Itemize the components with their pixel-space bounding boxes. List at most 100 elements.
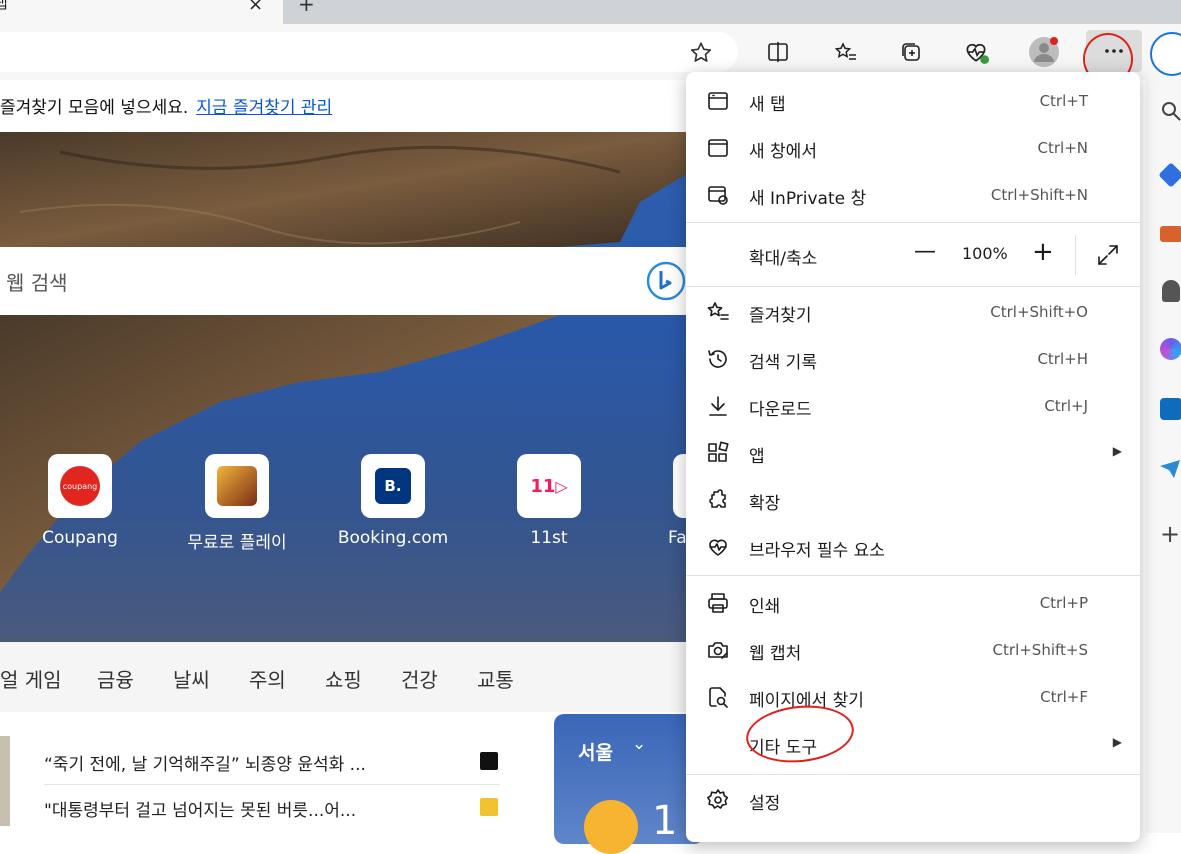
sidebar-games-icon[interactable] [1162, 280, 1180, 302]
menu-item-label: 확장 [749, 494, 781, 514]
menu-item-zoom: 확대/축소 — 100% + [686, 229, 1140, 281]
search-placeholder: 웹 검색 [6, 271, 68, 295]
menu-item-label: 새 탭 [749, 95, 786, 115]
quick-link-label: 11st [530, 528, 568, 548]
chevron-down-icon[interactable]: ⌄ [632, 734, 646, 754]
menu-item-new-window[interactable]: 새 창에서 Ctrl+N [686, 125, 1140, 172]
menu-item-new-tab[interactable]: 새 탭 Ctrl+T [686, 78, 1140, 125]
menu-item-label: 검색 기록 [749, 353, 817, 373]
nav-item-weather[interactable]: 날씨 [173, 664, 210, 693]
menu-item-label: 설정 [749, 794, 781, 814]
background-rock-image [0, 132, 690, 592]
11st-glyph: 11 [530, 475, 556, 497]
news-source-logo-icon [480, 798, 498, 816]
news-list-card: “죽기 전에, 날 기억해주길” 뇌종양 윤석화 ... "대통령부터 걸고 넘… [0, 714, 535, 844]
weather-city: 서울 [578, 742, 613, 764]
quick-link-free-play[interactable]: 무료로 플레이 [177, 454, 297, 553]
sidebar-add-icon[interactable]: + [1160, 520, 1180, 548]
sidebar-tools-icon[interactable] [1160, 226, 1181, 242]
browser-essentials-icon [709, 539, 727, 556]
inprivate-icon [708, 186, 728, 205]
menu-item-label: 새 창에서 [749, 142, 817, 162]
add-favorite-star-icon[interactable] [688, 40, 714, 66]
apps-icon [708, 441, 729, 462]
web-search-box[interactable]: 웹 검색 [0, 247, 690, 315]
menu-item-settings[interactable]: 설정 [686, 777, 1140, 824]
menu-item-label: 인쇄 [749, 597, 781, 617]
menu-item-label: 앱 [749, 447, 765, 467]
news-headline-2[interactable]: "대통령부터 걸고 넘어지는 못된 버릇...어... [44, 796, 356, 821]
address-bar[interactable] [0, 32, 738, 72]
menu-item-downloads[interactable]: 다운로드 Ctrl+J [686, 383, 1140, 430]
coupang-logo-icon: coupang [48, 454, 112, 518]
menu-item-print[interactable]: 인쇄 Ctrl+P [686, 580, 1140, 627]
manage-favorites-link[interactable]: 지금 즐겨찾기 관리 [196, 98, 332, 118]
menu-item-label: 웹 캡처 [749, 644, 802, 664]
sidebar-search-icon[interactable] [1160, 100, 1181, 122]
zoom-in-button[interactable]: + [1032, 237, 1054, 267]
nav-item-finance[interactable]: 금융 [97, 664, 134, 693]
menu-item-label: 즐겨찾기 [749, 306, 812, 326]
collections-icon[interactable] [893, 34, 929, 70]
news-category-nav: 얼 게임 금융 날씨 주의 쇼핑 건강 교통 [0, 642, 690, 712]
find-icon [709, 687, 728, 708]
menu-item-apps[interactable]: 앱 ▶ [686, 430, 1140, 477]
weather-temperature: 1 [652, 798, 678, 844]
quick-link-label: Booking.com [337, 528, 449, 548]
sidebar-office-icon[interactable] [1160, 338, 1181, 360]
profile-avatar-icon[interactable] [1026, 34, 1062, 70]
menu-divider [686, 286, 1140, 287]
favorites-list-icon[interactable] [828, 34, 864, 70]
menu-item-shortcut: Ctrl+J [1044, 397, 1088, 415]
nav-item-health[interactable]: 건강 [401, 664, 438, 693]
news-divider [44, 784, 500, 785]
new-tab-button[interactable]: + [298, 0, 315, 16]
favorites-bar-text: 즐겨찾기 모음에 넣으세요. [0, 98, 189, 118]
menu-item-history[interactable]: 검색 기록 Ctrl+H [686, 336, 1140, 383]
menu-item-extensions[interactable]: 확장 [686, 477, 1140, 524]
11st-logo-icon: 11 ▷ [517, 454, 581, 518]
news-source-logo-icon [480, 752, 498, 770]
browser-essentials-toolbar-icon[interactable] [958, 34, 994, 70]
nav-item-shopping[interactable]: 쇼핑 [325, 664, 362, 693]
news-headline-1[interactable]: “죽기 전에, 날 기억해주길” 뇌종양 윤석화 ... [44, 750, 366, 775]
sidebar-drop-icon[interactable] [1158, 458, 1181, 480]
nav-item-notice[interactable]: 주의 [249, 664, 286, 693]
quick-link-label: Coupang [42, 528, 118, 548]
bing-chat-icon[interactable] [1150, 32, 1181, 76]
nav-item-traffic[interactable]: 교통 [477, 664, 514, 693]
nav-item-games[interactable]: 얼 게임 [0, 664, 62, 693]
menu-item-shortcut: Ctrl+P [1039, 594, 1088, 612]
tab-close-icon[interactable]: × [248, 0, 263, 15]
menu-item-favorites[interactable]: 즐겨찾기 Ctrl+Shift+O [686, 289, 1140, 336]
download-icon [709, 396, 727, 416]
active-tab[interactable]: 탭 × [0, 0, 283, 24]
menu-item-shortcut: Ctrl+F [1040, 688, 1088, 706]
menu-item-shortcut: Ctrl+Shift+S [992, 641, 1088, 659]
favorites-bar-message: 즐겨찾기 모음에 넣으세요. 지금 즐겨찾기 관리 [0, 93, 332, 118]
new-tab-icon [708, 92, 728, 110]
quick-link-booking[interactable]: B. Booking.com [333, 454, 453, 548]
fullscreen-icon[interactable] [1096, 243, 1120, 267]
menu-item-new-inprivate[interactable]: 새 InPrivate 창 Ctrl+Shift+N [686, 172, 1140, 219]
print-icon [708, 593, 728, 613]
zoom-value: 100% [962, 244, 1008, 263]
zoom-out-button[interactable]: — [914, 239, 936, 264]
sidebar-outlook-icon[interactable] [1160, 398, 1181, 420]
bing-search-icon[interactable] [646, 261, 686, 301]
quick-link-partial[interactable]: Fa [645, 454, 690, 548]
sidebar-shopping-icon[interactable] [1158, 162, 1181, 188]
quick-link-coupang[interactable]: coupang Coupang [20, 454, 140, 548]
weather-card[interactable]: 서울 ⌄ 1 [554, 714, 704, 854]
booking-glyph: B. [375, 468, 411, 504]
menu-item-browser-essentials[interactable]: 브라우저 필수 요소 [686, 524, 1140, 571]
submenu-arrow-icon: ▶ [1112, 444, 1122, 458]
submenu-arrow-icon: ▶ [1112, 735, 1122, 749]
menu-item-web-capture[interactable]: 웹 캡처 Ctrl+Shift+S [686, 627, 1140, 674]
quick-link-11st[interactable]: 11 ▷ 11st [489, 454, 609, 548]
split-screen-icon[interactable] [760, 34, 796, 70]
menu-item-label: 새 InPrivate 창 [749, 189, 867, 209]
zoom-label: 확대/축소 [749, 249, 818, 269]
menu-item-find-on-page[interactable]: 페이지에서 찾기 Ctrl+F [686, 674, 1140, 721]
quick-link-label: 무료로 플레이 [187, 533, 287, 553]
